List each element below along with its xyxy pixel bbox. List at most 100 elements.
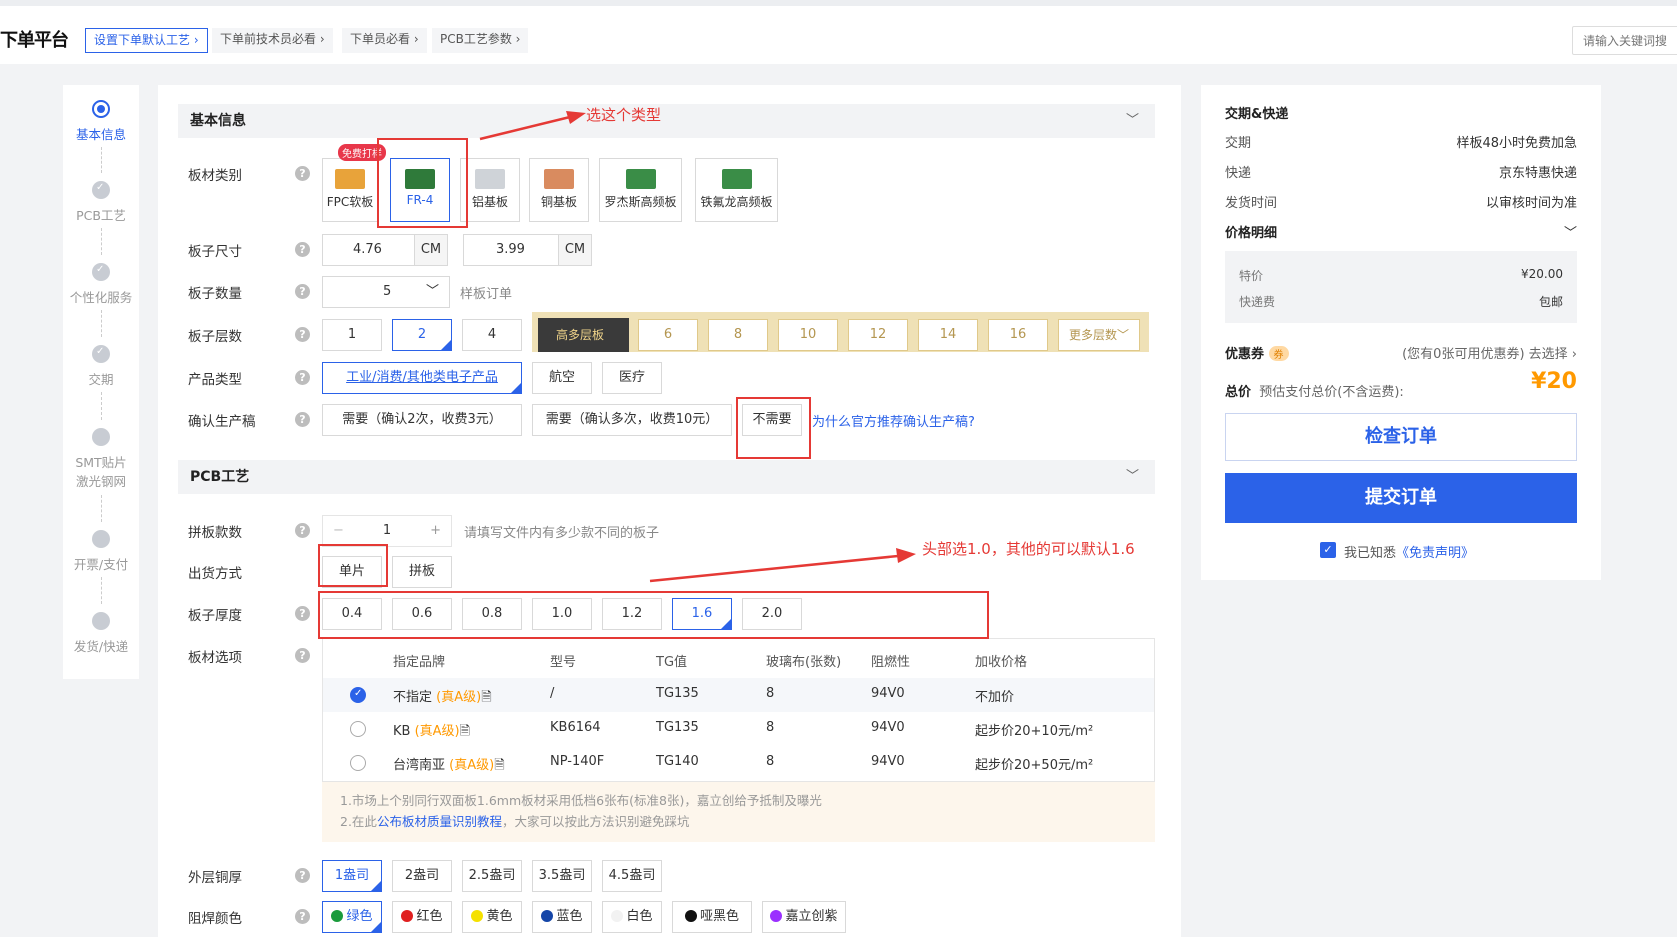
size-width-input[interactable]: 4.76 [322, 234, 415, 266]
layer-8[interactable]: 8 [708, 319, 768, 351]
pdf-icon[interactable]: 🗎 [481, 690, 491, 705]
mask-white[interactable]: 白色 [602, 901, 662, 933]
step-connector [101, 392, 102, 420]
mask-purple[interactable]: 嘉立创紫 [762, 901, 846, 933]
product-aviation[interactable]: 航空 [532, 362, 592, 394]
mask-yellow[interactable]: 黄色 [462, 901, 522, 933]
step-dot-basic[interactable] [92, 100, 110, 118]
confirm-why-link[interactable]: 为什么官方推荐确认生产稿? [812, 411, 975, 430]
step-invoice[interactable]: 开票/支付 [63, 555, 139, 574]
minus-icon[interactable]: − [333, 516, 344, 546]
copper-1oz[interactable]: 1盎司 [322, 860, 382, 892]
section-basic-info[interactable]: 基本信息 ﹀ [178, 104, 1155, 138]
crumb-pcb-params[interactable]: PCB工艺参数 › [432, 28, 529, 53]
help-icon[interactable]: ? [295, 284, 310, 299]
chevron-down-icon[interactable]: ﹀ [1126, 460, 1139, 494]
product-medical[interactable]: 医疗 [602, 362, 662, 394]
layer-6[interactable]: 6 [638, 319, 698, 351]
help-icon[interactable]: ? [295, 868, 310, 883]
step-dot-invoice[interactable] [92, 530, 110, 548]
glass: 8 [766, 720, 775, 735]
help-icon[interactable]: ? [295, 606, 310, 621]
table-row[interactable]: KB (真A级)🗎 KB6164 TG135 8 94V0 起步价20+10元/… [322, 712, 1155, 746]
step-shipping[interactable]: 发货/快递 [63, 637, 139, 656]
help-icon[interactable]: ? [295, 370, 310, 385]
table-row[interactable]: 台湾南亚 (真A级)🗎 NP-140F TG140 8 94V0 起步价20+5… [322, 746, 1155, 782]
ship-panel[interactable]: 拼板 [392, 556, 452, 588]
help-icon[interactable]: ? [295, 523, 310, 538]
copper-2oz[interactable]: 2盎司 [392, 860, 452, 892]
mask-blue[interactable]: 蓝色 [532, 901, 592, 933]
size-height-input[interactable]: 3.99 [463, 234, 559, 266]
plus-icon[interactable]: + [430, 516, 441, 546]
copper-label: 外层铜厚 [188, 870, 242, 886]
material-copper[interactable]: 铜基板 [529, 158, 589, 222]
mask-red[interactable]: 红色 [392, 901, 452, 933]
coupon-badge: 券 [1268, 346, 1289, 361]
layer-2[interactable]: 2 [392, 319, 452, 351]
radio[interactable] [350, 755, 366, 771]
section-pcb-process[interactable]: PCB工艺 ﹀ [178, 460, 1155, 494]
step-dot-delivery[interactable] [92, 345, 110, 363]
agree-checkbox[interactable]: ✓ [1320, 542, 1336, 558]
copper-4-5oz[interactable]: 4.5盎司 [602, 860, 662, 892]
layer-1[interactable]: 1 [322, 319, 382, 351]
layer-14[interactable]: 14 [918, 319, 978, 351]
product-label: 产品类型 [188, 372, 242, 388]
step-dot-custom[interactable] [92, 263, 110, 281]
layer-16[interactable]: 16 [988, 319, 1048, 351]
submit-order-button[interactable]: 提交订单 [1225, 473, 1577, 523]
layer-12[interactable]: 12 [848, 319, 908, 351]
copper-3-5oz[interactable]: 3.5盎司 [532, 860, 592, 892]
panel-count-value[interactable]: 1 [383, 523, 391, 538]
material-aluminum[interactable]: 铝基板 [460, 158, 520, 222]
help-icon[interactable]: ? [295, 412, 310, 427]
help-icon[interactable]: ? [295, 909, 310, 924]
material-rogers[interactable]: 罗杰斯高频板 [599, 158, 682, 222]
qty-select[interactable]: 5 ﹀ [322, 276, 450, 308]
radio[interactable] [350, 721, 366, 737]
step-custom[interactable]: 个性化服务 [63, 288, 139, 307]
table-row[interactable]: 不指定 (真A级)🗎 / TG135 8 94V0 不加价 [322, 678, 1155, 712]
help-icon[interactable]: ? [295, 242, 310, 257]
step-basic[interactable]: 基本信息 [63, 125, 139, 144]
copper-2-5oz[interactable]: 2.5盎司 [462, 860, 522, 892]
confirm-twice[interactable]: 需要（确认2次，收费3元） [322, 404, 522, 436]
layer-4[interactable]: 4 [462, 319, 522, 351]
layer-10[interactable]: 10 [778, 319, 838, 351]
material-fpc[interactable]: FPC软板 [322, 158, 378, 222]
crumb-order-must-read[interactable]: 下单员必看 › [342, 28, 427, 53]
step-smt[interactable]: SMT贴片 激光钢网 [63, 453, 139, 491]
pdf-icon[interactable]: 🗎 [494, 758, 504, 773]
disclaimer-link[interactable]: 《免责声明》 [1396, 546, 1474, 561]
radio-selected[interactable] [350, 687, 366, 703]
th-price: 加收价格 [975, 655, 1028, 670]
product-industrial[interactable]: 工业/消费/其他类电子产品 [322, 362, 522, 394]
step-dot-pcb[interactable] [92, 181, 110, 199]
search-input[interactable] [1572, 26, 1677, 55]
grade-tag: (真A级) [436, 690, 482, 705]
confirm-multi[interactable]: 需要（确认多次，收费10元） [532, 404, 732, 436]
check-order-button[interactable]: 检查订单 [1225, 413, 1577, 461]
material-guide-link[interactable]: 公布板材质量识别教程 [377, 814, 502, 829]
mask-green[interactable]: 绿色 [322, 901, 382, 933]
pdf-icon[interactable]: 🗎 [460, 724, 470, 739]
panel-count-stepper[interactable]: − 1 + [322, 515, 452, 547]
help-icon[interactable]: ? [295, 327, 310, 342]
coupon-select-link[interactable]: (您有0张可用优惠券) 去选择 › [1402, 343, 1577, 362]
step-dot-shipping[interactable] [92, 612, 110, 630]
chevron-down-icon[interactable]: ﹀ [1564, 222, 1577, 241]
crumb-default-process[interactable]: 设置下单默认工艺 › [85, 28, 208, 53]
step-dot-smt[interactable] [92, 428, 110, 446]
help-icon[interactable]: ? [295, 648, 310, 663]
crumb-tech-must-read[interactable]: 下单前技术员必看 › [212, 28, 333, 53]
step-delivery[interactable]: 交期 [63, 370, 139, 389]
chevron-down-icon[interactable]: ﹀ [1126, 104, 1139, 138]
help-icon[interactable]: ? [295, 166, 310, 181]
annotation-thickness-note: 头部选1.0，其他的可以默认1.6 [922, 540, 1135, 558]
mask-matte-black[interactable]: 哑黑色 [672, 901, 752, 933]
material-teflon[interactable]: 铁氟龙高频板 [695, 158, 778, 222]
price: 起步价20+10元/m² [975, 724, 1094, 739]
step-pcb[interactable]: PCB工艺 [63, 206, 139, 225]
more-layers-select[interactable]: 更多层数﹀ [1058, 319, 1140, 351]
